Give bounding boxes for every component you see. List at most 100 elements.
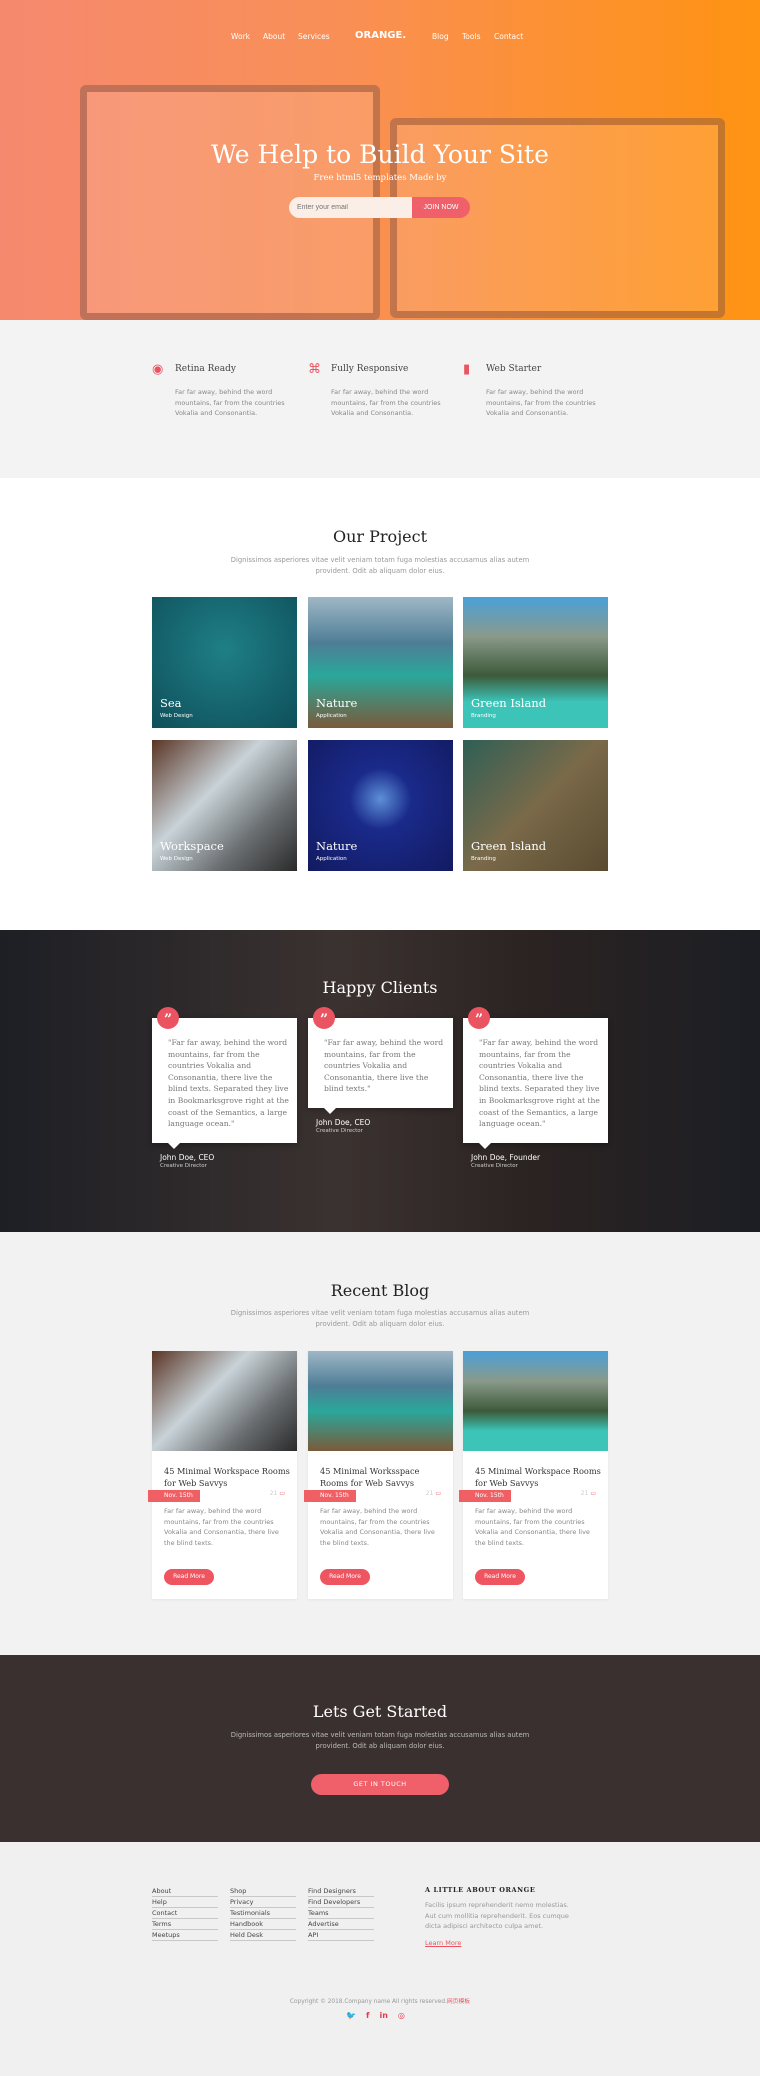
blog-title[interactable]: 45 Minimal Workspace Rooms for Web Savvy… — [164, 1465, 292, 1489]
quote-icon: ” — [313, 1007, 335, 1029]
blog-card: 45 Minimal Worksspace Rooms for Web Savv… — [304, 1351, 453, 1599]
footer-link[interactable]: Help — [152, 1897, 218, 1908]
blog-excerpt: Far far away, behind the word mountains,… — [164, 1507, 279, 1548]
project-tile[interactable]: Green Island Branding — [463, 740, 608, 871]
project-title: Workspace — [160, 839, 224, 853]
learn-more-link[interactable]: Learn More — [425, 1939, 461, 1947]
footer-link[interactable]: Advertise — [308, 1919, 374, 1930]
testimonial-author: John Doe, CEO — [316, 1118, 371, 1127]
project-category: Web Design — [160, 856, 193, 862]
footer-link-column: Find Designers Find Developers Teams Advert… — [308, 1886, 374, 1941]
footer-link[interactable]: Privacy — [230, 1897, 296, 1908]
linkedin-icon[interactable]: in — [379, 2011, 387, 2020]
project-title: Nature — [316, 696, 358, 710]
footer-link[interactable]: Find Developers — [308, 1897, 374, 1908]
read-more-button[interactable]: Read More — [475, 1569, 525, 1585]
comment-count[interactable]: 21 ▭ — [426, 1490, 441, 1497]
project-title: Sea — [160, 696, 182, 710]
project-tile[interactable]: Sea Web Design — [152, 597, 297, 728]
nav-work[interactable]: Work — [231, 32, 250, 41]
read-more-button[interactable]: Read More — [320, 1569, 370, 1585]
social-links: 🐦 f in ◎ — [346, 2011, 405, 2020]
footer-link[interactable]: About — [152, 1886, 218, 1897]
copyright-text: Copyright © 2018.Company name All rights… — [289, 1999, 447, 2005]
testimonial-card: "Far far away, behind the word mountains… — [308, 1018, 453, 1114]
about-text: Facilis ipsum reprehenderit nemo molesti… — [425, 1901, 569, 1931]
project-title: Green Island — [471, 839, 547, 853]
section-description: Dignissimos asperiores vitae velit venia… — [230, 556, 530, 575]
footer: A LITTLE ABOUT ORANGE Facilis ipsum repr… — [0, 1842, 760, 2076]
footer-link[interactable]: Meetups — [152, 1930, 218, 1941]
facebook-icon[interactable]: f — [366, 2011, 369, 2020]
blog-image[interactable] — [308, 1351, 453, 1451]
read-more-button[interactable]: Read More — [164, 1569, 214, 1585]
footer-link-column: Shop Privacy Testimonials Handbook Held Desk — [230, 1886, 296, 1941]
footer-link[interactable]: Handbook — [230, 1919, 296, 1930]
feature-text: Far far away, behind the word mountains,… — [331, 388, 441, 417]
cta-section: Lets Get Started Dignissimos asperiores … — [0, 1655, 760, 1842]
project-category: Application — [316, 713, 347, 719]
nav-contact[interactable]: Contact — [494, 32, 523, 41]
footer-link[interactable]: Contact — [152, 1908, 218, 1919]
date-badge: Nov. 15th — [148, 1490, 200, 1502]
project-title: Green Island — [471, 696, 547, 710]
project-category: Application — [316, 856, 347, 862]
date-badge: Nov. 15th — [459, 1490, 511, 1502]
blog-image[interactable] — [463, 1351, 608, 1451]
copyright-link[interactable]: 网页模板 — [447, 1999, 470, 2005]
section-title: Recent Blog — [330, 1281, 430, 1300]
nav-about[interactable]: About — [263, 32, 285, 41]
section-title: Happy Clients — [322, 978, 438, 997]
project-tile[interactable]: Nature Application — [308, 740, 453, 871]
testimonial-role: Creative Director — [316, 1128, 363, 1134]
project-tile[interactable]: Nature Application — [308, 597, 453, 728]
footer-link[interactable]: API — [308, 1930, 374, 1941]
feature-title: Fully Responsive — [331, 364, 409, 374]
feature-text: Far far away, behind the word mountains,… — [486, 388, 596, 417]
nav-services[interactable]: Services — [298, 32, 330, 41]
get-in-touch-button[interactable]: GET IN TOUCH — [311, 1774, 449, 1795]
project-tile[interactable]: Green Island Branding — [463, 597, 608, 728]
blog-excerpt: Far far away, behind the word mountains,… — [320, 1507, 435, 1548]
email-input[interactable] — [289, 197, 413, 218]
footer-link[interactable]: Held Desk — [230, 1930, 296, 1941]
testimonial-author: John Doe, CEO — [160, 1153, 215, 1162]
footer-link[interactable]: Shop — [230, 1886, 296, 1897]
nav-tools[interactable]: Tools — [462, 32, 480, 41]
twitter-icon[interactable]: 🐦 — [346, 2011, 356, 2020]
footer-link-column: About Help Contact Terms Meetups — [152, 1886, 218, 1941]
footer-link[interactable]: Testimonials — [230, 1908, 296, 1919]
hero-section: Work About Services Blog Tools Contact O… — [0, 0, 760, 320]
nav-blog[interactable]: Blog — [432, 32, 449, 41]
blog-title[interactable]: 45 Minimal Workspace Rooms for Web Savvy… — [475, 1465, 603, 1489]
feature-title: Web Starter — [486, 364, 542, 374]
section-title: Our Project — [332, 527, 428, 546]
project-tile[interactable]: Workspace Web Design — [152, 740, 297, 871]
join-now-button[interactable]: JOIN NOW — [412, 197, 470, 218]
about-title: A LITTLE ABOUT ORANGE — [425, 1886, 536, 1894]
comment-count[interactable]: 21 ▭ — [270, 1490, 285, 1497]
feature-text: Far far away, behind the word mountains,… — [175, 388, 285, 417]
logo[interactable]: ORANGE. — [355, 30, 406, 41]
section-description: Dignissimos asperiores vitae velit venia… — [230, 1309, 530, 1328]
footer-link[interactable]: Teams — [308, 1908, 374, 1919]
clients-section: Happy Clients "Far far away, behind the … — [0, 930, 760, 1232]
footer-link[interactable]: Find Designers — [308, 1886, 374, 1897]
copyright: Copyright © 2018.Company name All rights… — [0, 1996, 760, 2005]
comment-count[interactable]: 21 ▭ — [581, 1490, 596, 1497]
blog-title[interactable]: 45 Minimal Worksspace Rooms for Web Savv… — [320, 1465, 448, 1489]
dribbble-icon[interactable]: ◎ — [398, 2011, 405, 2020]
comment-icon: ▭ — [277, 1490, 285, 1497]
blog-card: 45 Minimal Workspace Rooms for Web Savvy… — [148, 1351, 297, 1599]
testimonial-quote: "Far far away, behind the word mountains… — [479, 1038, 600, 1129]
cta-title: Lets Get Started — [312, 1702, 448, 1721]
projects-section: Our Project Dignissimos asperiores vitae… — [0, 478, 760, 930]
blog-image[interactable] — [152, 1351, 297, 1451]
command-icon: ⌘ — [308, 362, 321, 377]
hero-subtitle: Free html5 templates Made by — [313, 173, 447, 183]
comment-icon: ▭ — [588, 1490, 596, 1497]
quote-icon: ” — [157, 1007, 179, 1029]
mouse-icon: ▮ — [463, 362, 471, 377]
quote-icon: ” — [468, 1007, 490, 1029]
footer-link[interactable]: Terms — [152, 1919, 218, 1930]
